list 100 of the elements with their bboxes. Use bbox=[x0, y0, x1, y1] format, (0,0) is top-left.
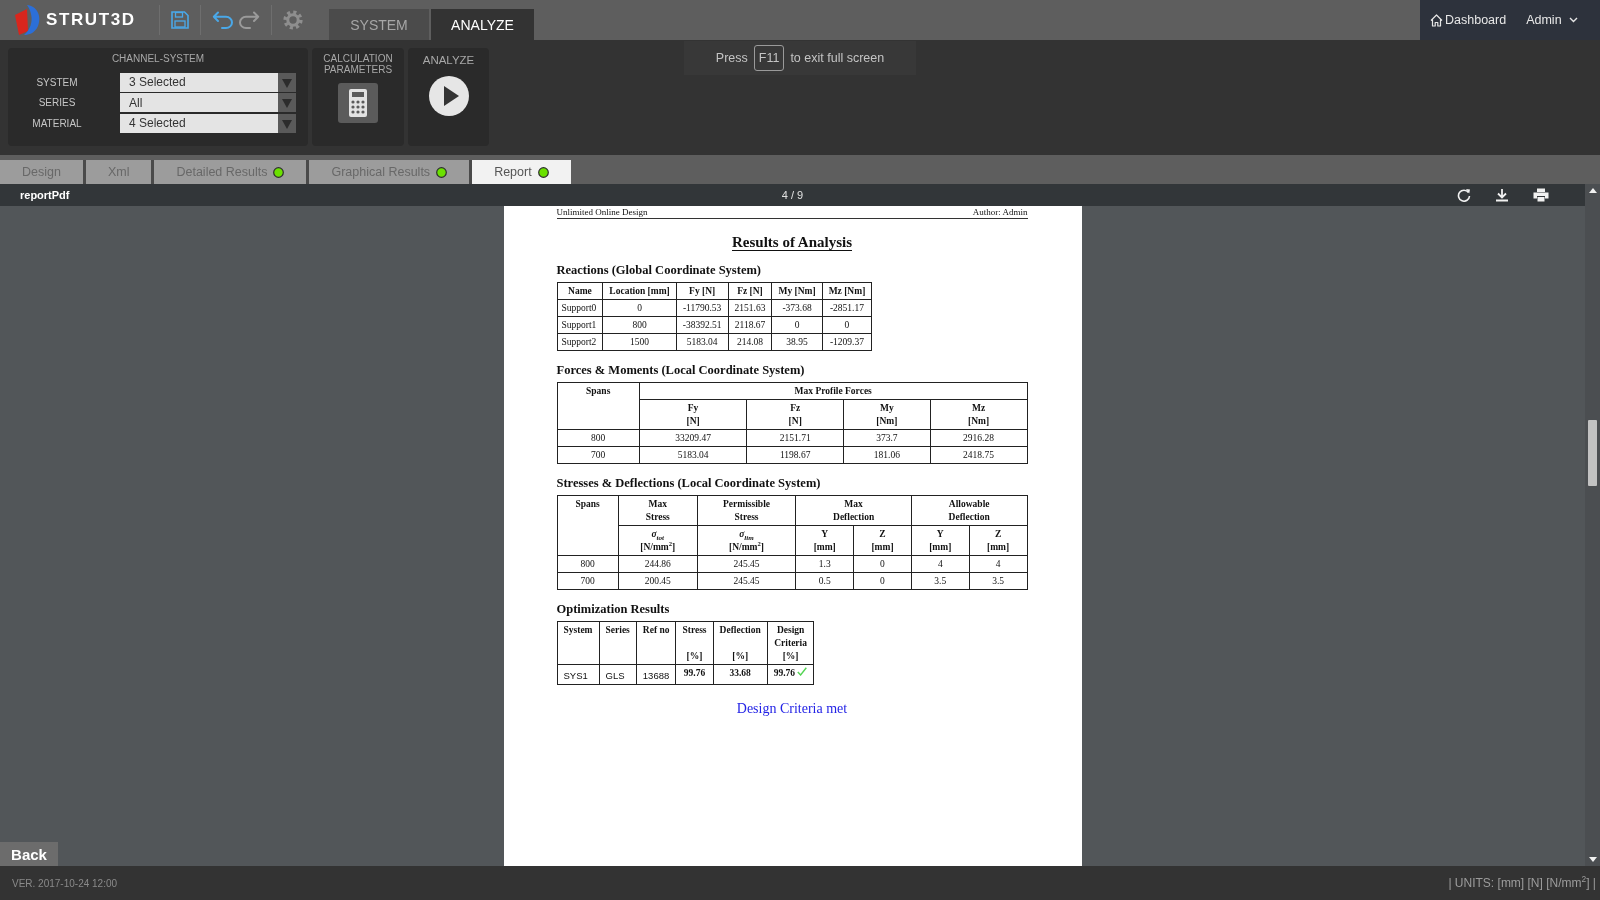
table-cell: 245.45 bbox=[697, 555, 796, 573]
panel-title: CALCULATION PARAMETERS bbox=[322, 54, 394, 75]
column-header: Permissible Stress bbox=[697, 495, 796, 526]
calculator-icon[interactable] bbox=[338, 83, 378, 123]
column-header: Spans bbox=[557, 495, 619, 556]
report-title: Results of Analysis bbox=[732, 234, 852, 251]
table-cell: -2851.17 bbox=[822, 299, 872, 317]
user-menu[interactable]: Admin bbox=[1526, 13, 1578, 27]
table-cell: 1500 bbox=[602, 333, 677, 351]
column-header: Fz [N] bbox=[728, 282, 772, 300]
table-cell: 99.76 bbox=[675, 664, 714, 684]
mode-tab[interactable]: ANALYZE bbox=[431, 9, 534, 40]
table-cell: Support1 bbox=[557, 316, 603, 334]
table-cell: 2916.28 bbox=[930, 429, 1027, 447]
table-cell: 33.68 bbox=[713, 664, 768, 684]
column-header: Mz [Nm] bbox=[930, 399, 1027, 430]
hint-text: Press bbox=[715, 51, 748, 65]
section-heading: Reactions (Global Coordinate System) bbox=[556, 263, 762, 278]
logo-text: STRUT3D bbox=[46, 10, 136, 30]
table-cell: -373.68 bbox=[771, 299, 823, 317]
column-header: Fz [N] bbox=[746, 399, 844, 430]
dashboard-link[interactable]: Dashboard bbox=[1430, 13, 1507, 27]
column-header: Fy [N] bbox=[676, 282, 729, 300]
table-cell: 33209.47 bbox=[639, 429, 747, 447]
column-header: Max Profile Forces bbox=[639, 382, 1027, 400]
scrollbar-thumb[interactable] bbox=[1588, 420, 1597, 486]
table-cell: -1209.37 bbox=[822, 333, 872, 351]
table-cell: 0 bbox=[853, 572, 912, 590]
table-cell: -11790.53 bbox=[676, 299, 729, 317]
table-cell: 700 bbox=[557, 446, 640, 464]
table-cell: 2418.75 bbox=[930, 446, 1027, 464]
table-cell: 2151.71 bbox=[746, 429, 844, 447]
panel-title: ANALYZE bbox=[422, 54, 475, 67]
units-text: | UNITS: [mm] [N] [N/mm$^{2}$] | bbox=[1448, 876, 1596, 890]
logo-icon bbox=[12, 4, 42, 36]
select-field[interactable]: 4 Selected bbox=[120, 113, 296, 133]
table-cell: 3.5 bbox=[911, 572, 970, 590]
column-header: System bbox=[557, 621, 600, 665]
column-header: Design Criteria [%] bbox=[767, 621, 814, 665]
column-header: Fy [N] bbox=[639, 399, 747, 430]
table-cell: 1.3 bbox=[795, 555, 854, 573]
table-cell: 0 bbox=[771, 316, 823, 334]
table-cell: 3.5 bbox=[969, 572, 1027, 590]
table-cell: SYS1 bbox=[557, 664, 600, 684]
table-cell: 4 bbox=[969, 555, 1027, 573]
table-cell: 214.08 bbox=[728, 333, 772, 351]
scroll-down-icon[interactable] bbox=[1588, 857, 1597, 862]
table-cell: 2118.67 bbox=[728, 316, 772, 334]
column-header: My [Nm] bbox=[843, 399, 931, 430]
column-header: Max Stress bbox=[618, 495, 698, 526]
column-header: Allowable Deflection bbox=[911, 495, 1027, 526]
table-cell: 0 bbox=[602, 299, 677, 317]
home-icon bbox=[1430, 13, 1443, 27]
tab[interactable]: Report bbox=[472, 160, 571, 184]
column-header: Name bbox=[557, 282, 603, 300]
print-icon[interactable] bbox=[1533, 188, 1549, 202]
save-icon[interactable] bbox=[171, 11, 189, 29]
back-button[interactable]: Back bbox=[0, 842, 58, 866]
table-cell: Support2 bbox=[557, 333, 603, 351]
field-label: SYSTEM bbox=[35, 76, 79, 88]
table-cell: 38.95 bbox=[771, 333, 823, 351]
panel-title: CHANNEL-SYSTEM bbox=[111, 54, 205, 65]
column-header: Mz [Nm] bbox=[822, 282, 872, 300]
column-header: Ref no bbox=[636, 621, 676, 665]
select-field[interactable]: 3 Selected bbox=[120, 72, 296, 92]
table-cell: 0 bbox=[853, 555, 912, 573]
table-cell: 4 bbox=[911, 555, 970, 573]
rotate-icon[interactable] bbox=[1457, 188, 1471, 202]
table-cell: 800 bbox=[557, 429, 640, 447]
column-header: Series bbox=[599, 621, 637, 665]
table-cell: -38392.51 bbox=[676, 316, 729, 334]
column-header: Max Deflection bbox=[795, 495, 912, 526]
page-header-text: Unlimited Online Design bbox=[556, 207, 648, 217]
column-header: My [Nm] bbox=[771, 282, 823, 300]
column-header: Deflection [%] bbox=[713, 621, 768, 665]
download-icon[interactable] bbox=[1495, 188, 1509, 202]
table-cell: 244.86 bbox=[618, 555, 698, 573]
table-cell: 1198.67 bbox=[746, 446, 844, 464]
section-heading: Forces & Moments (Local Coordinate System) bbox=[556, 363, 806, 378]
table-cell: 0.5 bbox=[795, 572, 854, 590]
column-header: Location [mm] bbox=[602, 282, 677, 300]
select-field[interactable]: All bbox=[120, 93, 296, 112]
key-cap: F11 bbox=[753, 45, 785, 71]
field-label: MATERIAL bbox=[31, 117, 83, 129]
column-header: Y [mm] bbox=[911, 525, 970, 556]
column-header: Z [mm] bbox=[853, 525, 912, 556]
table-cell: 700 bbox=[557, 572, 619, 590]
play-icon[interactable] bbox=[428, 76, 469, 116]
table-cell: 2151.63 bbox=[728, 299, 772, 317]
table-cell: 200.45 bbox=[618, 572, 698, 590]
column-header: Z [mm] bbox=[969, 525, 1027, 556]
section-heading: Stresses & Deflections (Local Coordinate System) bbox=[556, 476, 822, 491]
column-header: σ$_{tot}$ [N/mm$^{2}$] bbox=[618, 525, 698, 556]
mode-tab[interactable]: SYSTEM bbox=[329, 9, 429, 40]
undo-icon[interactable] bbox=[212, 11, 234, 29]
table-cell: 0 bbox=[822, 316, 872, 334]
version-text: VER. 2017-10-24 12:00 bbox=[12, 877, 118, 889]
column-header: Stress [%] bbox=[675, 621, 714, 665]
column-header: σ$_{lim}$ [N/mm$^{2}$] bbox=[697, 525, 796, 556]
scroll-up-icon[interactable] bbox=[1588, 188, 1597, 193]
